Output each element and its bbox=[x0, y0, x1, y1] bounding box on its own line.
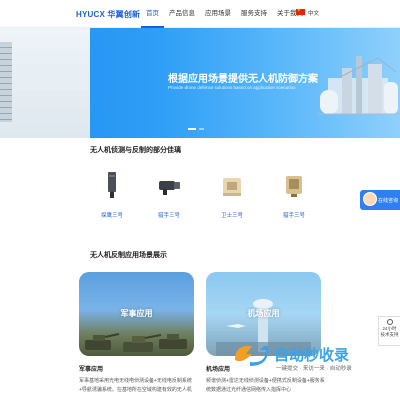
slide-indicators bbox=[188, 128, 204, 130]
product-label: 探鹰三号 bbox=[100, 213, 123, 219]
watermark-subtitle: 一键提交 · 来访一来 · 自动秒录 bbox=[276, 366, 352, 372]
scene-caption-airport: 机场应用 bbox=[206, 367, 231, 373]
product-item[interactable]: 猎手三号 bbox=[274, 170, 314, 219]
product-label: 猎手三号 bbox=[157, 213, 180, 219]
nav-item-support[interactable]: 服务支持 bbox=[236, 0, 272, 28]
support-label: 技术支持 bbox=[380, 332, 399, 337]
product-item[interactable]: 探鹰三号 bbox=[92, 170, 132, 219]
customer-service-avatar bbox=[363, 192, 377, 206]
hero-banner[interactable]: 根据应用场景提供无人机防御方案 Provide drone defense so… bbox=[0, 28, 400, 138]
products-section-title: 无人机侦测与反制的部分佳璃 bbox=[90, 147, 181, 154]
china-flag-icon[interactable] bbox=[296, 7, 305, 15]
online-consult-label: 在线咨询 bbox=[378, 198, 399, 204]
slide-dot[interactable] bbox=[188, 128, 196, 130]
nav-item-scenarios[interactable]: 应用场景 bbox=[200, 0, 236, 28]
scene-desc-military: 军事基地采用光电无线电侦测设备+无线电反制系统+导航诱骗系统。在基地所在空域构建… bbox=[79, 378, 192, 393]
watermark-logo-icon bbox=[235, 346, 269, 366]
shield-device-icon bbox=[223, 178, 241, 196]
nav-item-home[interactable]: 首页 bbox=[141, 0, 164, 28]
banner-left-image bbox=[0, 28, 90, 138]
main-nav: 首页 产品信息 应用场景 服务支持 关于我们 bbox=[141, 0, 308, 28]
radar-tower-icon bbox=[0, 42, 12, 122]
handheld-jammer-icon bbox=[286, 176, 302, 197]
online-consult-button[interactable]: 在线咨询 bbox=[360, 190, 400, 210]
language-switch[interactable]: 中文 bbox=[308, 9, 319, 17]
product-item[interactable]: 猎手三号 bbox=[149, 170, 189, 219]
watermark-title: 自动秒收录 bbox=[274, 347, 350, 364]
site-header: HYUCX 华翼创新 首页 产品信息 应用场景 服务支持 关于我们 中文 bbox=[0, 0, 400, 28]
slide-dot[interactable] bbox=[199, 128, 204, 130]
detector-antenna-icon bbox=[108, 172, 116, 198]
tank-formation-icon bbox=[85, 333, 187, 352]
scene-card-military[interactable]: 军事应用 bbox=[79, 272, 194, 356]
scene-card-label: 军事应用 bbox=[120, 309, 153, 318]
product-label: 猎手三号 bbox=[282, 213, 305, 219]
scenes-section-title: 无人机反制应用场景展示 bbox=[90, 252, 167, 259]
scene-caption-military: 军事应用 bbox=[79, 367, 104, 373]
watermark: 自动秒收录 一键提交 · 来访一来 · 自动秒录 bbox=[232, 340, 400, 390]
site-logo[interactable]: HYUCX 华翼创新 bbox=[76, 9, 140, 20]
industrial-plant-illustration bbox=[318, 56, 400, 115]
banner-title: 根据应用场景提供无人机防御方案 bbox=[168, 74, 318, 85]
banner-subtitle: Provide drone defense solutions based on… bbox=[168, 85, 296, 90]
nav-item-products[interactable]: 产品信息 bbox=[164, 0, 200, 28]
product-item[interactable]: 卫士三号 bbox=[212, 170, 252, 219]
scene-card-label: 机场应用 bbox=[247, 309, 280, 318]
product-list: 探鹰三号 猎手三号 卫士三号 猎手三号 bbox=[92, 170, 322, 220]
clock-icon bbox=[387, 319, 393, 325]
jammer-gun-icon bbox=[159, 181, 180, 195]
product-label: 卫士三号 bbox=[220, 213, 243, 219]
